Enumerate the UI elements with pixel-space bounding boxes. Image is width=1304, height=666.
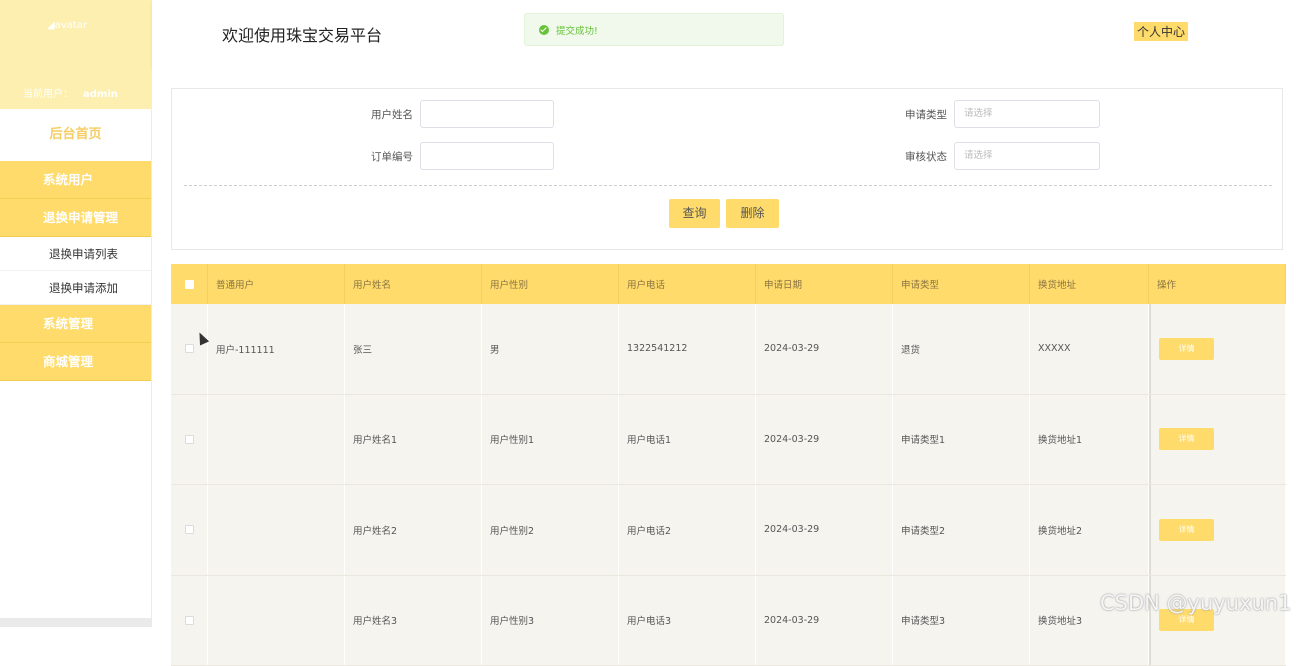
- user-name-input[interactable]: [420, 100, 554, 128]
- success-toast: 提交成功!: [524, 13, 784, 46]
- detail-button[interactable]: 详情: [1159, 338, 1214, 360]
- watermark: CSDN @yuyuxun1: [1100, 591, 1291, 615]
- row-checkbox[interactable]: [185, 616, 194, 625]
- table-cell: 用户电话3: [619, 576, 756, 666]
- sidebar-header: ◢avatar 当前用户：admin: [0, 0, 151, 109]
- table-cell: [208, 576, 345, 666]
- avatar: ◢avatar: [47, 20, 87, 31]
- success-check-icon: [539, 25, 549, 35]
- detail-button[interactable]: 详情: [1159, 428, 1214, 450]
- apply-type-select[interactable]: 请选择: [954, 100, 1100, 128]
- column-header: 普通用户: [208, 264, 345, 304]
- select-all-checkbox[interactable]: [185, 280, 194, 289]
- sidebar-item-return-add[interactable]: 退换申请添加: [0, 271, 151, 305]
- apply-type-label: 申请类型: [905, 107, 947, 122]
- table-cell: 申请类型2: [893, 485, 1030, 575]
- sidebar-group-return-exchange[interactable]: 退换申请管理: [0, 199, 151, 237]
- table-cell: 1322541212: [619, 304, 756, 394]
- table-cell: 用户姓名1: [345, 395, 482, 485]
- table-cell: 退货: [893, 304, 1030, 394]
- toast-message: 提交成功!: [556, 23, 598, 37]
- top-header: 欢迎使用珠宝交易平台 提交成功! 个人中心: [152, 0, 1304, 68]
- page-title: 欢迎使用珠宝交易平台: [222, 22, 382, 46]
- table-row: 用户-111111 张三 男 1322541212 2024-03-29 退货 …: [171, 304, 1286, 395]
- table-cell: 男: [482, 304, 619, 394]
- table-cell: 用户性别1: [482, 395, 619, 485]
- current-user: 当前用户：admin: [23, 85, 118, 100]
- table-cell: 2024-03-29: [756, 395, 893, 485]
- sidebar-group-system-users[interactable]: 系统用户: [0, 161, 151, 199]
- order-no-label: 订单编号: [371, 149, 413, 164]
- table-cell: [208, 395, 345, 485]
- sidebar-scrollbar[interactable]: [0, 618, 152, 627]
- table-cell: 用户-111111: [208, 304, 345, 394]
- table-cell: 用户性别2: [482, 485, 619, 575]
- table-cell: 换货地址1: [1030, 395, 1149, 485]
- column-header: 用户性别: [482, 264, 619, 304]
- column-header: 用户电话: [619, 264, 756, 304]
- table-cell: 换货地址3: [1030, 576, 1149, 666]
- table-cell: 用户姓名2: [345, 485, 482, 575]
- table-cell: 换货地址2: [1030, 485, 1149, 575]
- order-no-input[interactable]: [420, 142, 554, 170]
- table-header: 普通用户 用户姓名 用户性别 用户电话 申请日期 申请类型 换货地址 操作: [171, 264, 1286, 304]
- sidebar-item-home[interactable]: 后台首页: [0, 109, 151, 161]
- table-cell: [208, 485, 345, 575]
- column-header: 用户姓名: [345, 264, 482, 304]
- divider: [184, 185, 1272, 186]
- audit-status-select[interactable]: 请选择: [954, 142, 1100, 170]
- detail-button[interactable]: 详情: [1159, 519, 1214, 541]
- table-cell: 2024-03-29: [756, 576, 893, 666]
- table-cell: XXXXX: [1030, 304, 1149, 394]
- table-cell: 用户电话1: [619, 395, 756, 485]
- delete-button[interactable]: 删除: [726, 199, 779, 228]
- table-cell: 2024-03-29: [756, 304, 893, 394]
- table-cell: 申请类型3: [893, 576, 1030, 666]
- sidebar: ◢avatar 当前用户：admin 后台首页 系统用户 退换申请管理 退换申请…: [0, 0, 152, 627]
- row-checkbox[interactable]: [185, 525, 194, 534]
- table-row: 用户姓名3 用户性别3 用户电话3 2024-03-29 申请类型3 换货地址3…: [171, 576, 1286, 666]
- table-cell: 张三: [345, 304, 482, 394]
- personal-center-button[interactable]: 个人中心: [1134, 22, 1188, 41]
- table-cell: 用户性别3: [482, 576, 619, 666]
- row-checkbox[interactable]: [185, 344, 194, 353]
- table-cell: 2024-03-29: [756, 485, 893, 575]
- column-header: 申请类型: [893, 264, 1030, 304]
- main-content: 用户姓名 申请类型 请选择 订单编号 审核状态 请选择 查询 删除 普通用户 用…: [152, 68, 1304, 627]
- column-header: 换货地址: [1030, 264, 1149, 304]
- query-button[interactable]: 查询: [669, 199, 720, 228]
- column-header: 操作: [1149, 264, 1286, 304]
- table-cell: 申请类型1: [893, 395, 1030, 485]
- user-name-label: 用户姓名: [371, 107, 413, 122]
- sidebar-group-mall-admin[interactable]: 商城管理: [0, 343, 151, 381]
- sidebar-item-return-list[interactable]: 退换申请列表: [0, 237, 151, 271]
- table-row: 用户姓名1 用户性别1 用户电话1 2024-03-29 申请类型1 换货地址1…: [171, 395, 1286, 486]
- search-panel: 用户姓名 申请类型 请选择 订单编号 审核状态 请选择 查询 删除: [171, 88, 1283, 250]
- audit-status-label: 审核状态: [905, 149, 947, 164]
- table-row: 用户姓名2 用户性别2 用户电话2 2024-03-29 申请类型2 换货地址2…: [171, 485, 1286, 576]
- row-checkbox[interactable]: [185, 435, 194, 444]
- table-cell: 用户电话2: [619, 485, 756, 575]
- sidebar-group-system-admin[interactable]: 系统管理: [0, 305, 151, 343]
- column-header: 申请日期: [756, 264, 893, 304]
- table-cell: 用户姓名3: [345, 576, 482, 666]
